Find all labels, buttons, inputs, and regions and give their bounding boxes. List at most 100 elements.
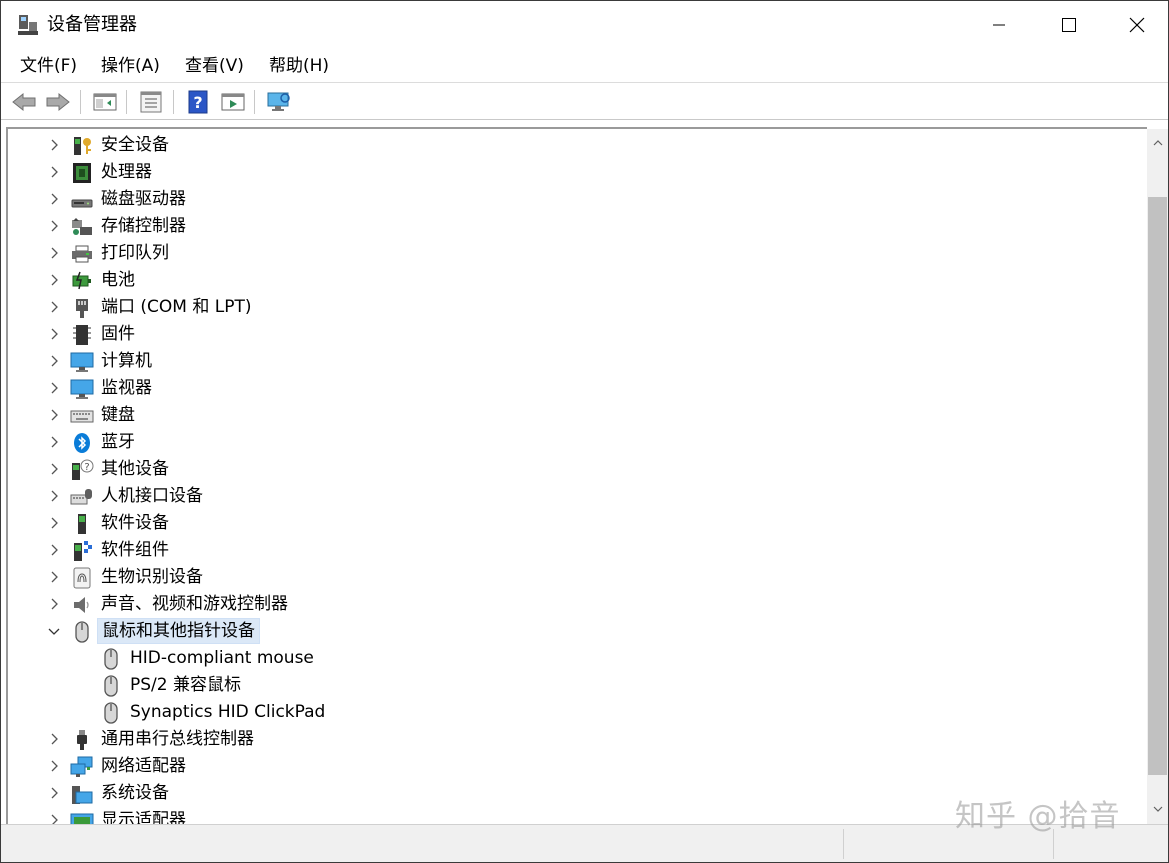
chevron-right-icon[interactable] [46,218,62,234]
tree-node[interactable]: 磁盘驱动器 [8,186,1138,213]
chevron-right-icon[interactable] [46,164,62,180]
tree-child-node[interactable]: HID-compliant mouse [8,645,1138,672]
bluetooth-icon [70,432,94,454]
toolbar-separator [173,90,174,114]
tree-child-label: Synaptics HID ClickPad [130,702,326,722]
tree-child-label: HID-compliant mouse [130,648,314,668]
minimize-button[interactable] [964,1,1034,49]
tree-node-label: 蓝牙 [101,432,135,452]
chevron-right-icon[interactable] [46,569,62,585]
scrollbar-thumb[interactable] [1148,197,1167,775]
scroll-down-arrow-icon[interactable] [1147,799,1168,819]
help-icon[interactable]: ? [184,89,212,115]
maximize-button[interactable] [1034,1,1104,49]
tree-node[interactable]: ? 其他设备 [8,456,1138,483]
menu-bar: 文件(F) 操作(A) 查看(V) 帮助(H) [1,49,1168,83]
scan-hardware-icon[interactable] [265,89,293,115]
tree-node[interactable]: 固件 [8,321,1138,348]
chevron-right-icon[interactable] [46,137,62,153]
tree-node[interactable]: 计算机 [8,348,1138,375]
tree-node[interactable]: 人机接口设备 [8,483,1138,510]
tree-node[interactable]: 声音、视频和游戏控制器 [8,591,1138,618]
close-button[interactable] [1104,1,1169,49]
chevron-right-icon[interactable] [46,407,62,423]
tree-node-label: 存储控制器 [101,216,186,236]
chevron-right-icon[interactable] [46,245,62,261]
tree-node[interactable]: 存储控制器 [8,213,1138,240]
keyboard-icon [70,405,94,427]
menu-action[interactable]: 操作(A) [101,54,160,78]
tree-node[interactable]: 蓝牙 [8,429,1138,456]
chevron-right-icon[interactable] [46,758,62,774]
tree-node[interactable]: 软件组件 [8,537,1138,564]
toolbar-separator [126,90,127,114]
software-device-icon [70,513,94,535]
menu-view[interactable]: 查看(V) [185,54,244,78]
tree-node-label: 固件 [101,324,135,344]
chevron-right-icon[interactable] [46,353,62,369]
tree-node[interactable]: 软件设备 [8,510,1138,537]
tree-node[interactable]: 通用串行总线控制器 [8,726,1138,753]
tree-node[interactable]: 键盘 [8,402,1138,429]
tree-node[interactable]: 电池 [8,267,1138,294]
fingerprint-icon [70,567,94,589]
tree-node[interactable]: 打印队列 [8,240,1138,267]
software-component-icon [70,540,94,562]
device-manager-window: 设备管理器 文件(F) 操作(A) 查看(V) 帮助(H) ? 安全设备 处理器… [0,0,1169,863]
tree-node[interactable]: 网络适配器 [8,753,1138,780]
chevron-down-icon[interactable] [46,623,62,639]
toolbar-separator [80,90,81,114]
tree-node[interactable]: 生物识别设备 [8,564,1138,591]
watermark-text: 知乎 @拾音 [955,799,1121,834]
tree-node[interactable]: 处理器 [8,159,1138,186]
menu-help[interactable]: 帮助(H) [269,54,329,78]
battery-icon [70,270,94,292]
mouse-icon [70,621,94,643]
speaker-icon [70,594,94,616]
tree-node-label: 处理器 [101,162,152,182]
tree-node-label: 电池 [101,270,135,290]
tree-child-node[interactable]: Synaptics HID ClickPad [8,699,1138,726]
chevron-right-icon[interactable] [46,542,62,558]
chevron-right-icon[interactable] [46,299,62,315]
tree-node-label: 键盘 [101,405,135,425]
scroll-up-arrow-icon[interactable] [1147,133,1168,153]
chevron-right-icon[interactable] [46,731,62,747]
chevron-right-icon[interactable] [46,272,62,288]
chevron-right-icon[interactable] [46,785,62,801]
chevron-right-icon[interactable] [46,461,62,477]
tree-node-label: 声音、视频和游戏控制器 [101,594,288,614]
tree-node-label: 计算机 [101,351,152,371]
tree-child-node[interactable]: PS/2 兼容鼠标 [8,672,1138,699]
chevron-right-icon[interactable] [46,488,62,504]
properties-icon[interactable] [137,89,165,115]
chevron-right-icon[interactable] [46,515,62,531]
tree-node[interactable]: 安全设备 [8,132,1138,159]
chevron-right-icon[interactable] [46,812,62,824]
back-icon[interactable] [10,89,38,115]
chevron-right-icon[interactable] [46,596,62,612]
menu-file[interactable]: 文件(F) [20,54,77,78]
show-hide-tree-icon[interactable] [91,89,119,115]
storage-controller-icon [70,216,94,238]
tree-node[interactable]: 端口 (COM 和 LPT) [8,294,1138,321]
run-icon[interactable] [219,89,247,115]
tree-node-label: 软件组件 [101,540,169,560]
tree-node[interactable]: 监视器 [8,375,1138,402]
window-title: 设备管理器 [47,14,137,35]
chevron-right-icon[interactable] [46,434,62,450]
device-manager-app-icon [17,13,39,37]
chevron-right-icon[interactable] [46,326,62,342]
mouse-icon [99,675,123,697]
vertical-scrollbar[interactable] [1147,129,1168,824]
disk-drive-icon [70,189,94,211]
port-icon [70,297,94,319]
computer-icon [70,351,94,373]
other-device-icon: ? [70,459,94,481]
forward-icon[interactable] [44,89,72,115]
chevron-right-icon[interactable] [46,380,62,396]
tree-node-label: 人机接口设备 [101,486,203,506]
chevron-right-icon[interactable] [46,191,62,207]
tree-node-label: 系统设备 [101,783,169,803]
tree-node[interactable]: 鼠标和其他指针设备 [8,618,1138,645]
